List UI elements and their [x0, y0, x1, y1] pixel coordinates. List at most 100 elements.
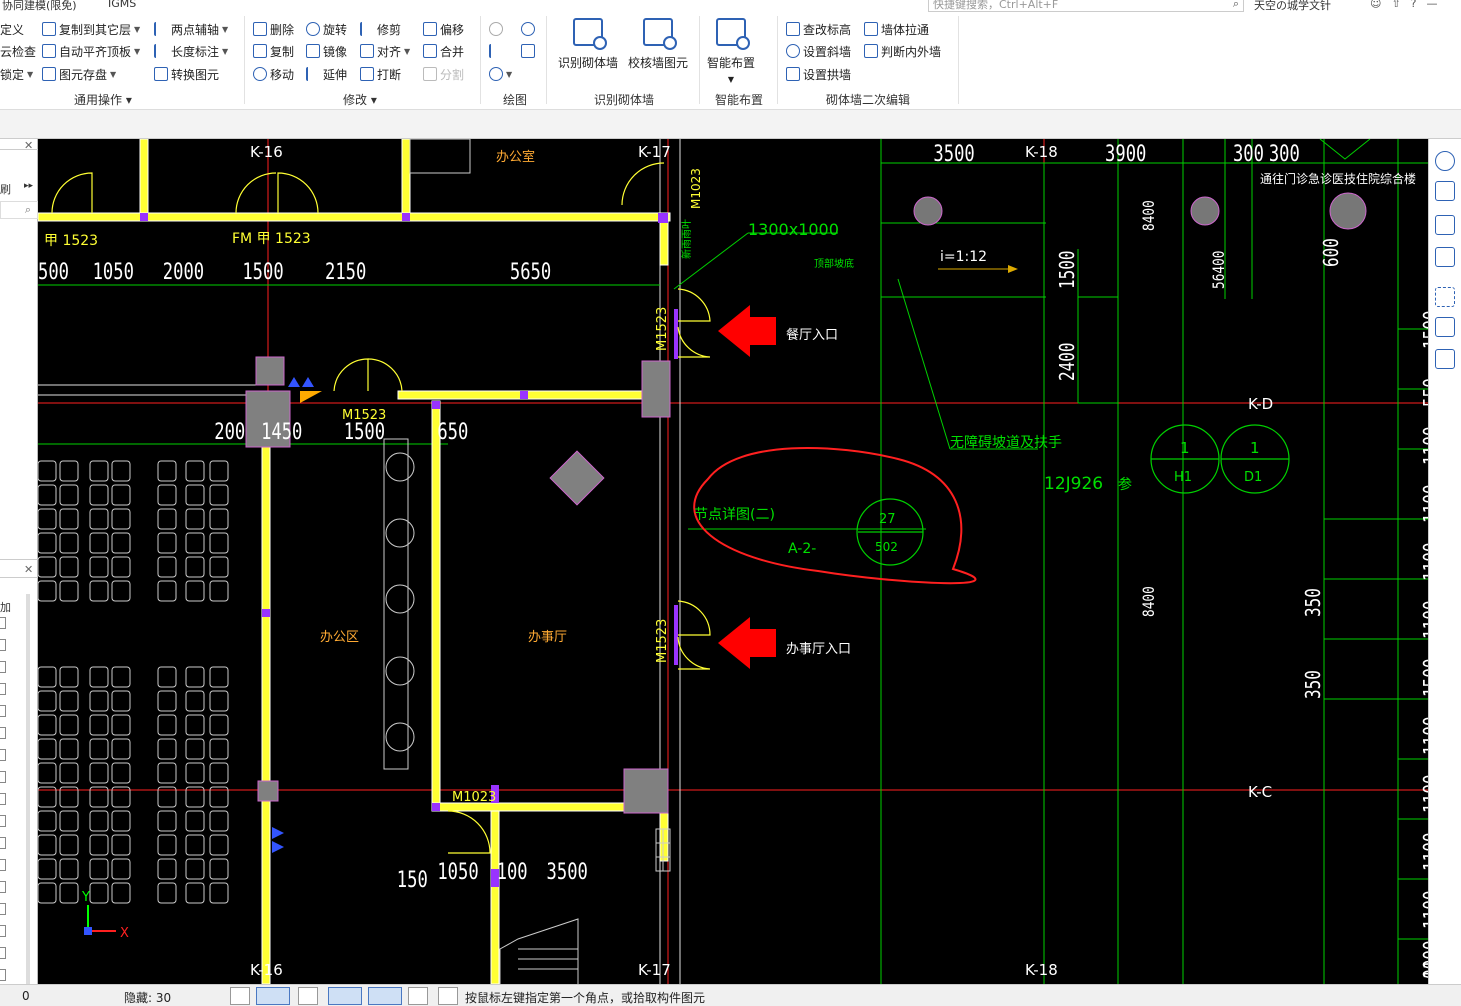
mirror-button[interactable]: 镜像: [306, 42, 347, 60]
snap-toggle[interactable]: [256, 987, 290, 1005]
cross-toggle[interactable]: [298, 987, 318, 1005]
lock-button[interactable]: 锁定 ▼: [0, 65, 33, 83]
group-label-draw[interactable]: 绘图: [503, 91, 527, 108]
edit-elevation-button[interactable]: 查改标高: [786, 20, 851, 38]
layer-checkbox[interactable]: [0, 859, 6, 871]
length-dim-button[interactable]: 长度标注 ▼: [154, 42, 228, 60]
draw-rect-button[interactable]: [521, 42, 535, 60]
box-select-icon[interactable]: [1435, 317, 1455, 337]
identify-masonry-wall-button[interactable]: 识别砌体墙: [556, 18, 620, 71]
dim-input-toggle[interactable]: [368, 987, 402, 1005]
orbit-icon[interactable]: [1435, 151, 1455, 171]
layer-checkbox[interactable]: [0, 969, 6, 981]
workstation-desk: [111, 484, 131, 506]
collab-label[interactable]: 协同建模(限免): [2, 0, 77, 12]
expand-icon[interactable]: ▸▸: [24, 181, 33, 191]
define-button[interactable]: 定义: [0, 20, 24, 38]
close-icon[interactable]: ✕: [24, 139, 33, 152]
ortho-toggle[interactable]: [230, 987, 250, 1005]
layer-checkbox[interactable]: [0, 771, 6, 783]
add-label[interactable]: 加: [0, 599, 11, 615]
curve-toggle[interactable]: [438, 987, 458, 1005]
convert-element-button[interactable]: 转换图元: [154, 65, 219, 83]
break-button[interactable]: 打断: [360, 65, 401, 83]
move-button[interactable]: 移动: [253, 65, 294, 83]
copy-button[interactable]: 复制: [253, 42, 294, 60]
merge-button[interactable]: 合并: [423, 42, 464, 60]
3d-view-icon[interactable]: [1435, 181, 1455, 201]
check-wall-element-button[interactable]: 校核墙图元: [626, 18, 690, 71]
draw-point-button[interactable]: [489, 20, 503, 38]
display-toggle[interactable]: [408, 987, 428, 1005]
layer-checkbox[interactable]: [0, 705, 6, 717]
workstation-desk: [157, 690, 177, 712]
wall-stretch-button[interactable]: 墙体拉通: [864, 20, 929, 38]
layer-checkbox[interactable]: [0, 925, 6, 937]
layer-checkbox[interactable]: [0, 661, 6, 673]
point-icon: [489, 22, 503, 36]
layer-checkbox[interactable]: [0, 837, 6, 849]
group-label-smart[interactable]: 智能布置: [715, 91, 763, 108]
layer-checkbox[interactable]: [0, 903, 6, 915]
save-element-button[interactable]: 图元存盘 ▼: [42, 65, 116, 83]
panel-tab-label[interactable]: 刷: [0, 181, 11, 197]
copy-to-floor-button[interactable]: 复制到其它层 ▼: [42, 20, 140, 38]
workstation-desk: [185, 666, 205, 688]
drawing-canvas[interactable]: K-16 K-17 K-18 K-16 K-17 K-18 K-D K-C 50…: [38, 139, 1428, 984]
properties-icon[interactable]: [1435, 349, 1455, 369]
extend-icon: [306, 67, 320, 81]
group-label-second-edit[interactable]: 砌体墙二次编辑: [826, 91, 910, 108]
group-label-general[interactable]: 通用操作 ▾: [74, 91, 132, 108]
layer-checkbox[interactable]: [0, 639, 6, 651]
layer-checkbox[interactable]: [0, 947, 6, 959]
close-icon[interactable]: ✕: [24, 563, 33, 576]
layer-checkbox[interactable]: [0, 749, 6, 761]
offset-button[interactable]: 偏移: [423, 20, 464, 38]
smart-layout-button[interactable]: 智能布置 ▼: [699, 18, 763, 85]
layer-checkbox[interactable]: [0, 617, 6, 629]
axis-label-kc: K-C: [1248, 783, 1272, 801]
trim-button[interactable]: 修剪: [360, 20, 401, 38]
draw-line-button[interactable]: [489, 42, 503, 60]
layer-checkbox[interactable]: [0, 881, 6, 893]
layer-checkbox[interactable]: [0, 793, 6, 805]
group-label-modify[interactable]: 修改 ▾: [343, 91, 377, 108]
two-point-axis-button[interactable]: 两点辅轴 ▼: [154, 20, 228, 38]
angle-toggle[interactable]: [328, 987, 362, 1005]
project-label[interactable]: 天空の城学文针: [1254, 0, 1331, 12]
fullscreen-icon[interactable]: [1435, 287, 1455, 307]
draw-rotate-point-button[interactable]: [521, 20, 535, 38]
window-controls[interactable]: ☺⇧?—: [1370, 0, 1448, 10]
dim-top-4: 2150: [325, 259, 366, 285]
panel-search-input[interactable]: ⌕: [0, 201, 38, 219]
set-slant-wall-button[interactable]: 设置斜墙: [786, 42, 851, 60]
cube-solid-icon[interactable]: [1435, 247, 1455, 267]
rotate-button[interactable]: 旋转: [306, 20, 347, 38]
shortcut-search-input[interactable]: 快捷键搜索，Ctrl+Alt+F ⌕: [928, 0, 1244, 12]
draw-arc-button[interactable]: ▼: [489, 65, 512, 83]
axis-label-k17-top: K-17: [638, 143, 671, 161]
judge-wall-button[interactable]: 判断内外墙: [864, 42, 941, 60]
layer-checkbox[interactable]: [0, 727, 6, 739]
scrollbar[interactable]: [26, 594, 30, 984]
trash-icon: [253, 22, 267, 36]
cloud-check-button[interactable]: 云检查: [0, 42, 36, 60]
delete-button[interactable]: 删除: [253, 20, 294, 38]
workstation-desk: [185, 484, 205, 506]
layer-checkbox[interactable]: [0, 683, 6, 695]
layer-checkbox[interactable]: [0, 815, 6, 827]
extend-button[interactable]: 延伸: [306, 65, 347, 83]
cube-view-icon[interactable]: [1435, 215, 1455, 235]
slope-arrow: [938, 265, 1018, 273]
cad-drawing[interactable]: K-16 K-17 K-18 K-16 K-17 K-18 K-D K-C 50…: [38, 139, 1428, 984]
split-button[interactable]: 分割: [423, 65, 464, 83]
far-right-dim: 1100: [1420, 832, 1428, 871]
auto-align-slab-button[interactable]: 自动平齐顶板 ▼: [42, 42, 140, 60]
dim-right-top-1: 3900: [1105, 141, 1146, 167]
align-button[interactable]: 对齐 ▼: [360, 42, 410, 60]
group-label-identify[interactable]: 识别砌体墙: [594, 91, 654, 108]
workstation-desk: [59, 508, 79, 530]
x-axis-label: X: [120, 926, 129, 941]
set-arch-wall-button[interactable]: 设置拱墙: [786, 65, 851, 83]
app-name[interactable]: IGMS: [108, 0, 136, 10]
